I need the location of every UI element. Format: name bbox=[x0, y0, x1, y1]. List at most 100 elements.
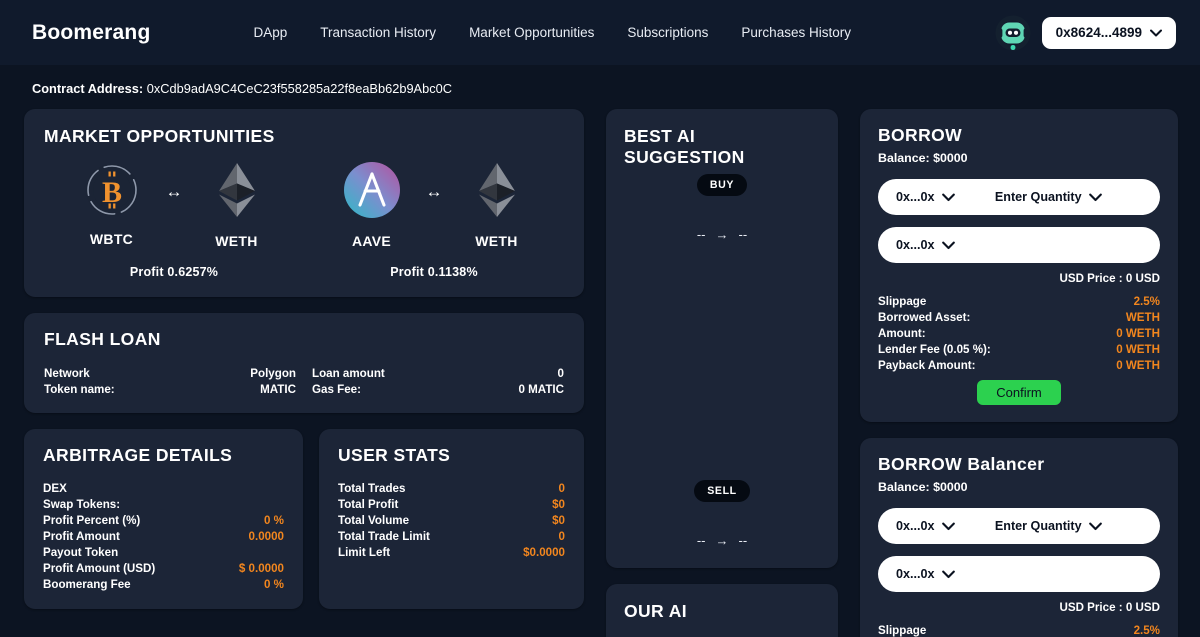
borrow-balancer-balance: Balance: $0000 bbox=[878, 480, 968, 494]
our-ai-card: OUR AI bbox=[606, 584, 838, 637]
balancer-token-quantity-row: 0x...0x Enter Quantity bbox=[878, 508, 1160, 544]
flash-loan-title: FLASH LOAN bbox=[44, 329, 161, 349]
row-key: Total Volume bbox=[338, 514, 410, 527]
best-ai-suggestion-title: BEST AI SUGGESTION bbox=[624, 126, 745, 167]
row-key: Swap Tokens: bbox=[43, 498, 121, 511]
brand-logo[interactable]: Boomerang bbox=[32, 21, 150, 45]
borrow-token-row-2: 0x...0x bbox=[878, 227, 1160, 263]
pair-profit: Profit 0.6257% bbox=[129, 265, 219, 279]
chevron-down-icon bbox=[941, 241, 955, 250]
borrow-balancer-card: BORROW Balancer Balance: $0000 0x...0x E… bbox=[860, 438, 1178, 637]
flash-loan-row: Token name: MATIC bbox=[44, 382, 296, 398]
row-value: 2.5% bbox=[1133, 624, 1160, 637]
row-key: Token name: bbox=[44, 382, 115, 396]
borrow-token-select[interactable]: 0x...0x bbox=[896, 190, 955, 204]
borrow-card: BORROW Balance: $0000 0x...0x Enter Quan… bbox=[860, 109, 1178, 422]
nav-link-dapp[interactable]: DApp bbox=[253, 25, 287, 40]
detail-row: Profit Percent (%) 0 % bbox=[43, 513, 284, 529]
buy-badge[interactable]: BUY bbox=[696, 174, 748, 196]
row-key: Borrowed Asset: bbox=[878, 311, 971, 324]
row-key: Amount: bbox=[878, 327, 926, 340]
row-value: $0 bbox=[552, 498, 565, 511]
balancer-token-select-2-value: 0x...0x bbox=[896, 567, 935, 581]
balancer-token-select-2[interactable]: 0x...0x bbox=[896, 567, 955, 581]
flash-loan-row: Loan amount 0 bbox=[312, 366, 564, 382]
row-value: $0.0000 bbox=[523, 546, 565, 559]
arbitrage-details-title: ARBITRAGE DETAILS bbox=[43, 445, 233, 465]
contract-address-label: Contract Address: bbox=[32, 81, 144, 96]
weth-icon bbox=[213, 161, 261, 224]
top-navbar: Boomerang DApp Transaction History Marke… bbox=[0, 0, 1200, 65]
chevron-down-icon bbox=[941, 570, 955, 579]
balancer-summary-row: Slippage 2.5% bbox=[878, 623, 1160, 637]
balancer-quantity-value: Enter Quantity bbox=[994, 519, 1082, 533]
row-key: Limit Left bbox=[338, 546, 391, 559]
row-value: 0 bbox=[557, 367, 564, 380]
balancer-token-select[interactable]: 0x...0x bbox=[896, 519, 955, 533]
svg-text:B: B bbox=[101, 176, 121, 209]
row-value: 0 WETH bbox=[1116, 359, 1160, 372]
arbitrage-details-list: DEX Swap Tokens: Profit Percent (%) 0 % bbox=[43, 481, 284, 593]
market-pair[interactable]: B WBTC ↔ WETH Profit 0.6257% bbox=[44, 161, 304, 279]
row-key: Slippage bbox=[878, 624, 927, 637]
row-value: 2.5% bbox=[1133, 295, 1160, 308]
token-from-symbol: WBTC bbox=[89, 231, 134, 247]
row-value: WETH bbox=[1125, 311, 1160, 324]
chevron-down-icon bbox=[1088, 522, 1102, 531]
sell-badge[interactable]: SELL bbox=[694, 480, 750, 502]
nav-link-subscriptions[interactable]: Subscriptions bbox=[627, 25, 708, 40]
row-value: 0 WETH bbox=[1116, 327, 1160, 340]
buy-route: -- → -- bbox=[606, 227, 838, 242]
borrow-token-select-2[interactable]: 0x...0x bbox=[896, 238, 955, 252]
borrow-confirm-button[interactable]: Confirm bbox=[977, 380, 1061, 405]
row-key: Lender Fee (0.05 %): bbox=[878, 343, 991, 356]
dashboard-columns: MARKET OPPORTUNITIES B WBTC ↔ WETH Profi… bbox=[0, 109, 1200, 637]
borrow-summary-row: Slippage 2.5% bbox=[878, 294, 1160, 310]
nav-link-market-opportunities[interactable]: Market Opportunities bbox=[469, 25, 594, 40]
weth-icon bbox=[473, 161, 521, 224]
detail-row: DEX bbox=[43, 481, 284, 497]
flash-loan-row: Network Polygon bbox=[44, 366, 296, 382]
flash-loan-grid: Network Polygon Token name: MATIC Loan a… bbox=[44, 366, 564, 397]
row-key: Profit Amount (USD) bbox=[43, 562, 156, 575]
balancer-quantity-select[interactable]: Enter Quantity bbox=[995, 519, 1102, 533]
flash-loan-card: FLASH LOAN Network Polygon Token name: M… bbox=[24, 313, 584, 413]
row-key: Profit Amount bbox=[43, 530, 120, 543]
row-value: $0 bbox=[552, 514, 565, 527]
borrow-quantity-select[interactable]: Enter Quantity bbox=[995, 190, 1102, 204]
row-key: Payout Token bbox=[43, 546, 119, 559]
row-value: 0 WETH bbox=[1116, 343, 1160, 356]
borrow-summary-row: Borrowed Asset: WETH bbox=[878, 310, 1160, 326]
borrow-balancer-title: BORROW Balancer bbox=[878, 454, 1045, 474]
pair-profit: Profit 0.1138% bbox=[390, 265, 478, 279]
chevron-down-icon bbox=[941, 522, 955, 531]
buy-route-from: -- bbox=[696, 227, 706, 242]
stat-row: Limit Left $0.0000 bbox=[338, 545, 565, 561]
borrow-quantity-value: Enter Quantity bbox=[994, 190, 1082, 204]
borrow-token-select-2-value: 0x...0x bbox=[896, 238, 935, 252]
row-value: MATIC bbox=[260, 382, 296, 396]
token-to: WETH bbox=[460, 161, 534, 249]
nav-link-transaction-history[interactable]: Transaction History bbox=[320, 25, 436, 40]
robot-avatar-icon[interactable] bbox=[995, 15, 1031, 51]
wallet-address-button[interactable]: 0x8624...4899 bbox=[1041, 16, 1176, 49]
balancer-usd-price: USD Price : 0 USD bbox=[1059, 601, 1160, 614]
contract-address-bar: Contract Address: 0xCdb9adA9C4CeC23f5582… bbox=[0, 65, 1200, 109]
detail-row: Profit Amount (USD) $ 0.0000 bbox=[43, 561, 284, 577]
row-key: Network bbox=[44, 367, 90, 380]
flash-loan-right-column: Loan amount 0 Gas Fee: 0 MATIC bbox=[296, 366, 564, 397]
market-pair[interactable]: AAVE ↔ WETH Profit 0.1138% bbox=[304, 161, 564, 279]
chevron-down-icon bbox=[1150, 29, 1162, 37]
token-from-symbol: AAVE bbox=[351, 233, 392, 249]
pair-tokens-row: AAVE ↔ WETH bbox=[335, 161, 534, 249]
contract-address-value[interactable]: 0xCdb9adA9C4CeC23f558285a22f8eaBb62b9Abc… bbox=[147, 81, 452, 96]
borrow-summary-list: Slippage 2.5% Borrowed Asset: WETH Amoun… bbox=[878, 294, 1160, 374]
market-opportunities-pairs: B WBTC ↔ WETH Profit 0.6257% AAVE ↔ WETH… bbox=[44, 161, 564, 279]
stat-row: Total Volume $0 bbox=[338, 513, 565, 529]
nav-link-purchases-history[interactable]: Purchases History bbox=[741, 25, 851, 40]
row-value: 0 bbox=[558, 530, 565, 543]
row-value: 0 MATIC bbox=[518, 382, 564, 396]
sell-route-to: -- bbox=[738, 533, 748, 548]
balancer-summary-list: Slippage 2.5% Borrowed Asset: WETH Amoun… bbox=[878, 623, 1160, 637]
row-key: Total Profit bbox=[338, 498, 399, 511]
